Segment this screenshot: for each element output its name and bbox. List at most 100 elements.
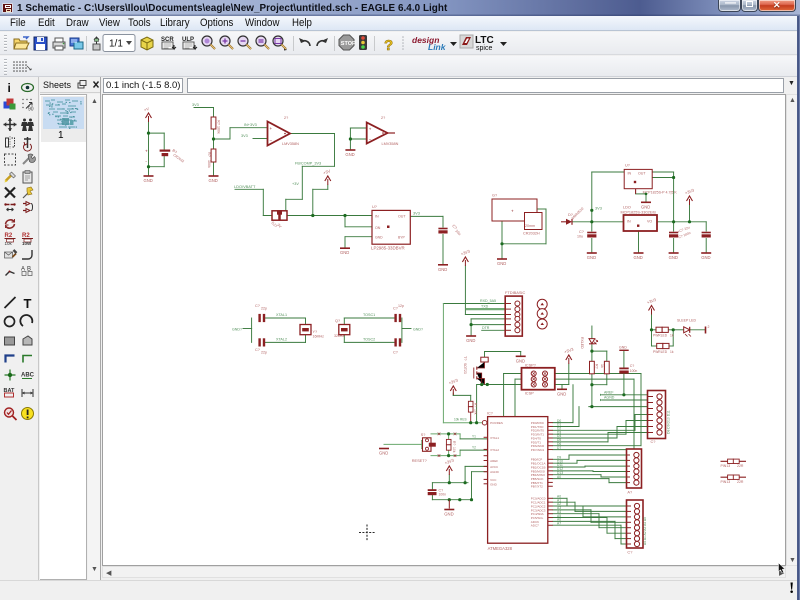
svg-text:TOSC2: TOSC2 (363, 337, 375, 341)
svg-text:IN+3V3: IN+3V3 (244, 123, 257, 127)
svg-text:GND?: GND? (413, 328, 423, 332)
svg-text:LMV358N: LMV358N (282, 142, 299, 146)
svg-text:1/1: 1/1 (109, 39, 123, 50)
svg-text:FB/COMP_3V3: FB/COMP_3V3 (295, 162, 321, 166)
svg-text:GND: GND (516, 358, 525, 363)
svg-text:IN: IN (628, 172, 632, 176)
svg-text:GND: GND (701, 255, 710, 260)
svg-text:A0 A1 A2 A3 A4 A5: A0 A1 A2 A3 A4 A5 (643, 517, 647, 545)
svg-text:−: − (270, 139, 273, 144)
svg-text:PWRLED: PWRLED (653, 350, 668, 354)
svg-text:Link: Link (428, 42, 447, 52)
svg-text:OUT: OUT (638, 172, 646, 176)
svg-text:R?: R? (595, 364, 599, 369)
svg-text:GND: GND (587, 255, 596, 260)
svg-text:GND: GND (490, 482, 498, 486)
svg-text:LP2985-33DBVR: LP2985-33DBVR (371, 246, 405, 251)
svg-text:GND: GND (379, 451, 388, 456)
svg-text:+3V3: +3V3 (684, 187, 695, 195)
svg-text:2?: 2? (284, 116, 288, 120)
svg-text:+: + (369, 127, 372, 132)
svg-text:ABC: ABC (21, 373, 35, 379)
svg-text:GND: GND (444, 512, 453, 517)
svg-text:C?: C? (393, 351, 398, 355)
svg-text:?: ? (384, 37, 393, 54)
svg-text:PIN13: PIN13 (721, 464, 731, 468)
svg-text:TXD: TXD (481, 305, 489, 309)
svg-text:GND: GND (634, 255, 643, 260)
svg-text:10k: 10k (452, 447, 456, 453)
svg-text:+3V: +3V (292, 182, 299, 186)
svg-text:Q?: Q? (335, 319, 340, 323)
svg-text:spice: spice (476, 45, 492, 52)
svg-text:A0: A0 (557, 475, 561, 479)
svg-text:S?: S? (421, 433, 426, 437)
svg-text:90: 90 (28, 107, 34, 113)
svg-text:10k: 10k (5, 241, 13, 246)
svg-text:+V: +V (143, 106, 150, 113)
svg-text:12p: 12p (398, 304, 404, 308)
svg-text:AVCC: AVCC (490, 465, 499, 469)
svg-text:+3V: +3V (322, 168, 331, 175)
svg-text:GND: GND (641, 204, 650, 209)
svg-text:XTAL2: XTAL2 (276, 337, 287, 341)
svg-text:MCP1825S-3302E/B: MCP1825S-3302E/B (621, 210, 657, 214)
svg-text:+: + (145, 149, 148, 154)
svg-text:R?: R? (207, 152, 211, 157)
svg-text:+: + (511, 209, 514, 214)
svg-text:+3V3: +3V3 (460, 248, 471, 256)
svg-text:STOP: STOP (341, 41, 356, 47)
svg-text:2: 2 (708, 325, 710, 329)
svg-text:LDO: LDO (623, 206, 631, 210)
svg-text:GND: GND (144, 178, 153, 183)
svg-text:100n: 100n (439, 493, 447, 497)
svg-text:3V3: 3V3 (595, 206, 602, 211)
svg-text:Y2: Y2 (472, 446, 476, 450)
svg-text:10W: 10W (22, 241, 32, 246)
svg-text:22R: 22R (737, 464, 744, 468)
svg-text:Y1: Y1 (472, 434, 476, 438)
svg-text:GND: GND (669, 255, 678, 260)
svg-text:D7: D7 (557, 446, 561, 450)
svg-text:D8 D9 D10 D11: D8 D9 D10 D11 (667, 410, 671, 434)
svg-text:C?: C? (630, 364, 635, 368)
svg-text:GND: GND (466, 338, 475, 343)
svg-text:PIN13: PIN13 (721, 480, 731, 484)
svg-text:VCC: VCC (490, 478, 497, 482)
svg-text:i: i (8, 81, 11, 95)
svg-text:GND: GND (209, 178, 218, 183)
svg-text:CR2032: CR2032 (172, 153, 185, 163)
svg-text:ICSP?: ICSP? (525, 362, 537, 367)
svg-text:AREF: AREF (604, 390, 614, 394)
svg-text:GND: GND (375, 236, 383, 240)
svg-text:10u: 10u (454, 229, 461, 236)
svg-text:GND: GND (345, 152, 354, 157)
svg-text:1k: 1k (670, 334, 674, 338)
svg-text:GND: GND (619, 345, 627, 349)
svg-text:G?: G? (492, 194, 497, 198)
svg-text:RXLED: RXLED (580, 337, 584, 349)
svg-text:10k RES: 10k RES (454, 418, 467, 422)
svg-text:GND?: GND? (232, 328, 242, 332)
svg-text:IN: IN (627, 220, 631, 224)
svg-text:100n: 100n (630, 369, 638, 373)
svg-text:GND: GND (340, 250, 349, 255)
svg-text:22R: 22R (737, 480, 744, 484)
svg-text:AGND: AGND (604, 396, 615, 400)
svg-text:C?: C? (627, 550, 633, 555)
svg-text:R?: R? (217, 120, 221, 125)
svg-text:A?: A? (627, 490, 633, 495)
svg-text:VO: VO (647, 220, 652, 224)
svg-text:Y?: Y? (313, 330, 318, 334)
svg-text:C?: C? (651, 439, 657, 444)
svg-text:AGND: AGND (490, 470, 500, 474)
svg-text:−: − (369, 138, 372, 143)
svg-text:XTAL1: XTAL1 (490, 436, 499, 440)
svg-text:SLEEP LED: SLEEP LED (677, 319, 696, 323)
svg-text:10u: 10u (577, 235, 583, 239)
svg-text:22p: 22p (261, 351, 267, 355)
svg-text:BYP: BYP (398, 236, 406, 240)
svg-text:100k: 100k (217, 126, 221, 134)
svg-text:AREF: AREF (490, 459, 498, 463)
svg-text:+3V3: +3V3 (448, 377, 459, 385)
